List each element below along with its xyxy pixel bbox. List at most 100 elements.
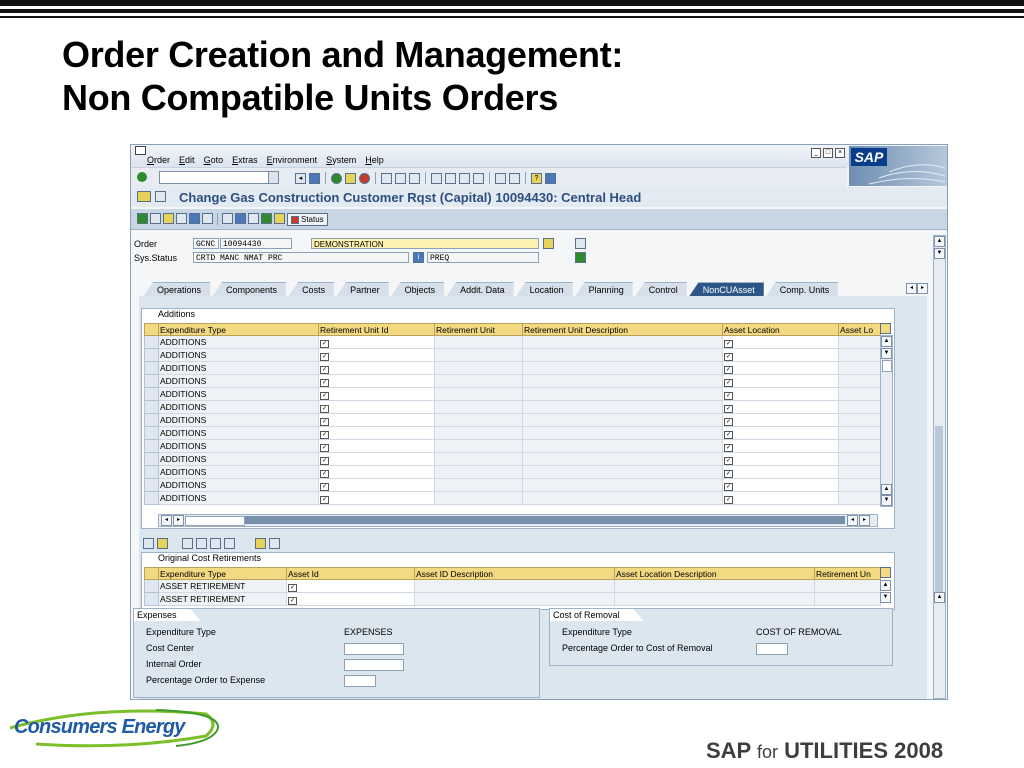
row-selector[interactable] [144, 361, 159, 375]
menu-item-edit[interactable]: Edit [179, 155, 195, 165]
tab-objects[interactable]: Objects [390, 282, 445, 297]
dropdown-icon[interactable]: ✓ [724, 391, 733, 400]
column-header[interactable]: Asset Location [722, 323, 839, 336]
tab-noncuasset[interactable]: NonCUAsset [688, 282, 764, 297]
exit-icon[interactable] [345, 172, 356, 184]
dropdown-icon[interactable]: ✓ [288, 596, 297, 605]
maximize-icon[interactable]: □ [823, 148, 833, 158]
dropdown-icon[interactable]: ✓ [724, 365, 733, 374]
retirements-scroll-up-icon[interactable]: ▲ [880, 580, 891, 591]
dropdown-icon[interactable]: ✓ [320, 456, 329, 465]
row-selector[interactable] [144, 400, 159, 414]
create-session-icon[interactable] [495, 172, 506, 184]
dropdown-icon[interactable]: ✓ [724, 495, 733, 504]
display-icon[interactable] [155, 191, 166, 202]
asset-location-cell[interactable]: ✓ [722, 465, 839, 479]
find-icon[interactable] [395, 172, 406, 184]
asset-location-cell[interactable]: ✓ [722, 491, 839, 505]
dropdown-icon[interactable]: ✓ [724, 378, 733, 387]
menu-item-help[interactable]: Help [365, 155, 384, 165]
tab-planning[interactable]: Planning [574, 282, 633, 297]
row-selector[interactable] [144, 491, 159, 505]
row-selector[interactable] [144, 439, 159, 453]
additions-scroll-left-icon[interactable]: ◂ [161, 515, 172, 526]
next-entry-icon[interactable] [210, 538, 221, 549]
menu-item-order[interactable]: Order [147, 155, 170, 165]
asset-location-cell[interactable]: ✓ [722, 413, 839, 427]
row-selector[interactable] [144, 592, 159, 606]
calculate-icon[interactable] [150, 213, 161, 224]
additions-scroll-right-end-icon[interactable]: ▸ [859, 515, 870, 526]
row-selector[interactable] [144, 452, 159, 466]
dropdown-icon[interactable]: ✓ [320, 365, 329, 374]
asset-location-cell[interactable]: ✓ [722, 478, 839, 492]
minimize-icon[interactable]: _ [811, 148, 821, 158]
asset-location-cell[interactable]: ✓ [722, 452, 839, 466]
row-selector[interactable] [144, 413, 159, 427]
asset-location-cell[interactable]: ✓ [722, 348, 839, 362]
row-selector[interactable] [144, 579, 159, 593]
cancel-icon[interactable] [359, 172, 370, 184]
column-header[interactable]: Asset ID Description [414, 567, 615, 580]
costs-icon[interactable] [189, 213, 200, 224]
dropdown-icon[interactable]: ✓ [320, 417, 329, 426]
back-arrow-icon[interactable]: ◂ [295, 172, 306, 184]
header-data-icon[interactable] [137, 191, 151, 202]
folder-icon[interactable] [274, 213, 285, 224]
dropdown-icon[interactable]: ✓ [320, 469, 329, 478]
menu-item-environment[interactable]: Environment [267, 155, 318, 165]
dropdown-icon[interactable]: ✓ [320, 482, 329, 491]
retirement-unit-id-cell[interactable]: ✓ [318, 465, 435, 479]
tab-control[interactable]: Control [634, 282, 687, 297]
retirement-unit-id-cell[interactable]: ✓ [318, 426, 435, 440]
check-icon[interactable] [261, 213, 272, 224]
asset-location-cell[interactable]: ✓ [722, 361, 839, 375]
column-header[interactable]: Asset Id [286, 567, 415, 580]
additions-scroll-right-icon[interactable]: ▸ [173, 515, 184, 526]
column-header[interactable]: Retirement Un [814, 567, 881, 580]
tab-scroll-right-icon[interactable]: ▸ [917, 283, 928, 294]
row-selector-header[interactable] [144, 323, 159, 336]
retirement-unit-id-cell[interactable]: ✓ [318, 374, 435, 388]
release-icon[interactable] [137, 213, 148, 224]
retirement-unit-id-cell[interactable]: ✓ [318, 413, 435, 427]
additions-scroll-up-lower-icon[interactable]: ▲ [881, 484, 892, 495]
column-header[interactable]: Retirement Unit Description [522, 323, 723, 336]
menu-item-goto[interactable]: Goto [204, 155, 224, 165]
enter-check-icon[interactable] [137, 172, 147, 182]
retirement-unit-id-cell[interactable]: ✓ [318, 491, 435, 505]
dropdown-icon[interactable]: ✓ [320, 495, 329, 504]
column-header[interactable]: Expenditure Type [158, 567, 287, 580]
asset-location-cell[interactable]: ✓ [722, 426, 839, 440]
dropdown-icon[interactable]: ✓ [724, 430, 733, 439]
first-entry-icon[interactable] [182, 538, 193, 549]
additions-scroll-up-icon[interactable]: ▲ [881, 336, 892, 347]
documents-icon[interactable] [248, 213, 259, 224]
row-selector[interactable] [144, 478, 159, 492]
row-selector-header[interactable] [144, 567, 159, 580]
dropdown-icon[interactable]: ✓ [724, 417, 733, 426]
tab-addit-data[interactable]: Addit. Data [446, 282, 514, 297]
tab-scroll-left-icon[interactable]: ◂ [906, 283, 917, 294]
retirement-unit-id-cell[interactable]: ✓ [318, 478, 435, 492]
tab-components[interactable]: Components [212, 282, 287, 297]
schedule-icon[interactable] [176, 213, 187, 224]
print-icon[interactable] [381, 172, 392, 184]
row-selector[interactable] [144, 348, 159, 362]
insert-row-icon[interactable] [143, 538, 154, 549]
tab-costs[interactable]: Costs [288, 282, 335, 297]
retirements-scroll-down-icon[interactable]: ▼ [880, 592, 891, 603]
status-check-icon[interactable] [575, 252, 586, 263]
column-header[interactable]: Asset Lo [838, 323, 881, 336]
order-description-field[interactable]: DEMONSTRATION [311, 238, 539, 249]
dropdown-icon[interactable]: ✓ [724, 404, 733, 413]
row-selector[interactable] [144, 465, 159, 479]
expenses-input[interactable] [344, 659, 404, 671]
scroll-down-icon[interactable]: ▼ [934, 248, 945, 259]
status-info-icon[interactable]: i [413, 252, 424, 263]
components-icon[interactable] [235, 213, 246, 224]
expenses-input[interactable] [344, 643, 404, 655]
operations-icon[interactable] [222, 213, 233, 224]
status-button[interactable]: Status [287, 213, 328, 226]
additions-scroll-left-end-icon[interactable]: ◂ [847, 515, 858, 526]
